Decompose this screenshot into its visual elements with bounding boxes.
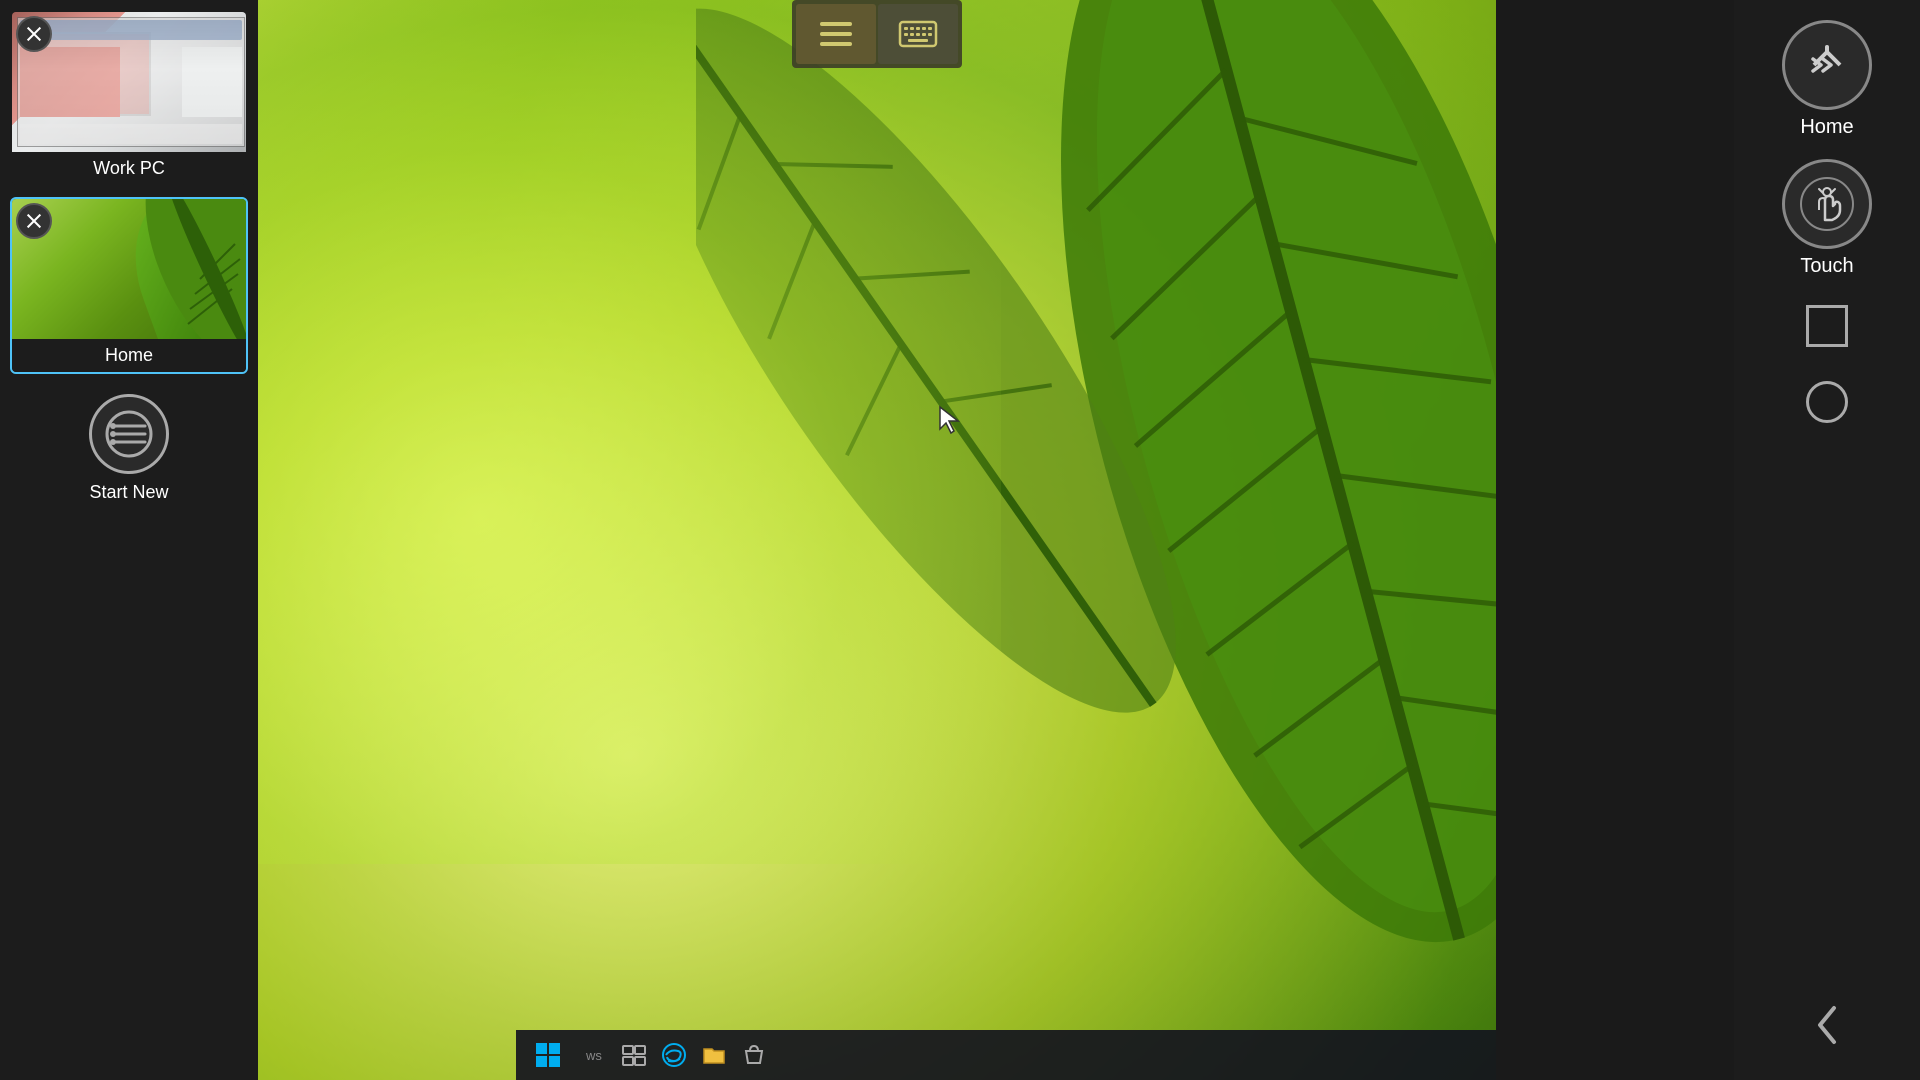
home-nav-icon — [1782, 20, 1872, 110]
start-new-label: Start New — [89, 482, 168, 503]
close-home-button[interactable] — [16, 203, 52, 239]
taskbar-explorer-icon[interactable] — [698, 1039, 730, 1071]
square-shape-icon — [1806, 305, 1848, 347]
main-content: ws — [258, 0, 1496, 1080]
left-sidebar: Work PC Home — [0, 0, 258, 1080]
work-pc-label: Work PC — [12, 152, 246, 185]
back-button[interactable] — [1802, 1000, 1852, 1050]
taskbar-task-view[interactable] — [618, 1039, 650, 1071]
home-nav-label: Home — [1800, 116, 1853, 139]
taskbar-edge-icon[interactable] — [658, 1039, 690, 1071]
taskbar-start-button[interactable] — [526, 1033, 570, 1077]
session-card-home[interactable]: Home — [10, 197, 248, 374]
close-work-pc-button[interactable] — [16, 16, 52, 52]
circle-button[interactable] — [1799, 374, 1855, 430]
home-label: Home — [12, 339, 246, 372]
circle-shape-icon — [1806, 381, 1848, 423]
touch-button[interactable]: Touch — [1782, 159, 1872, 278]
taskbar: ws — [516, 1030, 1496, 1080]
touch-icon — [1782, 159, 1872, 249]
toolbar — [792, 0, 962, 68]
keyboard-button[interactable] — [878, 4, 958, 64]
taskbar-store-icon[interactable] — [738, 1039, 770, 1071]
menu-button[interactable] — [796, 4, 876, 64]
taskbar-ws-label: ws — [578, 1035, 610, 1075]
home-nav-button[interactable]: Home — [1782, 20, 1872, 139]
right-sidebar: Home Touch — [1734, 0, 1920, 1080]
wallpaper — [258, 0, 1496, 1080]
start-new-button[interactable]: Start New — [89, 394, 169, 503]
start-new-icon — [89, 394, 169, 474]
session-card-work-pc[interactable]: Work PC — [10, 10, 248, 187]
leaf-decoration — [696, 0, 1496, 1080]
square-button[interactable] — [1799, 298, 1855, 354]
touch-label: Touch — [1800, 255, 1853, 278]
